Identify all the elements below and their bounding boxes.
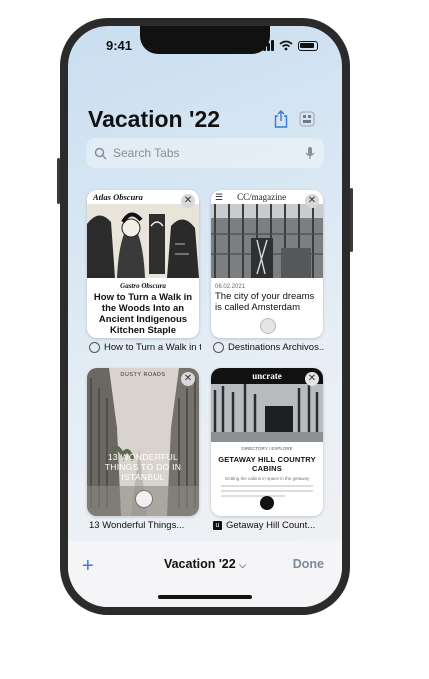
wifi-icon [279,40,293,51]
signal-icon [259,40,274,51]
bottom-toolbar: + Vacation '22 ⌵ Done [68,541,342,607]
article-date: 06.02.2021 [215,284,246,290]
article-photo [211,204,323,278]
microphone-icon[interactable] [305,146,315,160]
tab-title[interactable]: 13 Wonderful Things... [89,520,201,531]
article-subtitle: Getting the cabins in space in the getaw… [224,476,310,481]
article-headline: 13 WONDERFUL THINGS TO DO IN ISTANBUL [104,452,182,482]
article-kicker: DIRECTORY / EXPLORE [241,446,293,451]
close-tab-button[interactable]: ✕ [305,194,319,208]
article-headline: The city of your dreams is called Amster… [215,291,315,313]
close-tab-button[interactable]: ✕ [181,194,195,208]
article-photo [211,384,323,442]
tab-group-icon [299,111,315,127]
phone-frame: 9:41 Vacation '22 Search Tabs Atlas Obsc… [57,18,353,615]
share-icon [274,110,288,128]
screen: 9:41 Vacation '22 Search Tabs Atlas Obsc… [68,26,342,607]
uncrate-favicon-icon: u [213,521,222,530]
tab-card[interactable]: Atlas Obscura ✕ Gastro Obscura How to Tu… [87,190,199,338]
search-placeholder: Search Tabs [113,146,180,160]
tab-title[interactable]: Destinations Archivos... [213,342,325,353]
tab-group-thumbnail-button[interactable] [296,108,318,130]
battery-icon [298,40,318,51]
tab-title[interactable]: u Getaway Hill Count... [213,520,325,531]
home-indicator [158,595,252,599]
article-headline: GETAWAY HILL COUNTRY CABINS [218,455,316,473]
chevron-down-icon: ⌵ [239,560,247,570]
site-name: CC/magazine [237,192,287,202]
site-name: uncrate [252,371,282,381]
tab-card[interactable]: DUSTY ROADS ✕ 13 WONDERFUL THINGS TO DO … [87,368,199,516]
avatar [260,496,274,510]
cc-magazine-favicon-icon [213,342,224,353]
page-title: Vacation '22 [88,106,221,132]
close-tab-button[interactable]: ✕ [305,372,319,386]
avatar [260,318,276,334]
article-category: Gastro Obscura [120,282,166,290]
tab-card[interactable]: uncrate ✕ DIRECTORY / EXPLORE GETAWAY HI… [211,368,323,516]
status-bar: 9:41 [68,38,342,56]
search-icon [94,147,107,160]
phone-button-right [350,188,353,252]
menu-icon: ☰ [215,191,224,202]
share-button[interactable] [270,108,292,130]
search-field[interactable]: Search Tabs [86,138,324,168]
tab-card[interactable]: ☰ CC/magazine ✕ 06.02.2021 The city of y… [211,190,323,338]
phone-button-left [57,158,60,204]
article-headline: How to Turn a Walk in the Woods Into an … [93,292,193,336]
site-name: Atlas Obscura [93,192,143,202]
status-time: 9:41 [106,38,133,53]
article-illustration [87,204,199,278]
tab-title[interactable]: How to Turn a Walk in t... [89,342,201,353]
done-button[interactable]: Done [293,557,324,571]
avatar [135,490,153,508]
close-tab-button[interactable]: ✕ [181,372,195,386]
atlas-obscura-favicon-icon [89,342,100,353]
